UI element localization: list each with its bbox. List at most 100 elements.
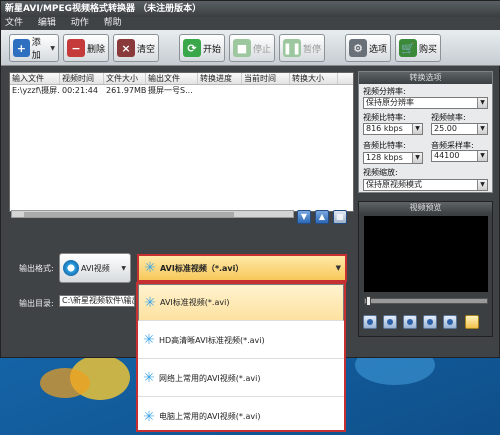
list-item[interactable]: ✳ 网络上常用的AVI视频(*.avi) xyxy=(138,360,344,397)
chevron-down-icon: ▼ xyxy=(121,264,126,272)
options-button[interactable]: ⚙ 选项 xyxy=(345,34,391,62)
column-output-file[interactable]: 输出文件 xyxy=(146,73,198,84)
chevron-down-icon: ▼ xyxy=(477,98,487,108)
stop-icon[interactable] xyxy=(403,315,417,329)
snowflake-icon: ✳ xyxy=(143,408,155,425)
samplerate-select[interactable]: 44100 ▼ xyxy=(431,150,488,162)
menu-edit[interactable]: 编辑 xyxy=(38,18,56,28)
start-button[interactable]: ⟳ 开始 xyxy=(179,34,225,62)
cell-output-file: 摄屏一号S... xyxy=(148,86,193,95)
delete-label: 删除 xyxy=(87,44,106,55)
move-up-icon[interactable]: ▲ xyxy=(315,210,329,224)
video-bitrate-label: 视频比特率: xyxy=(363,113,406,122)
column-input-file[interactable]: 输入文件 xyxy=(10,73,60,84)
pause-icon[interactable] xyxy=(383,315,397,329)
output-format-value: AVI标准视频（*.avi） xyxy=(160,263,244,273)
video-preview: 视频预览 xyxy=(358,201,493,337)
toolbar: + 添加 ▼ − 删除 × 清空 ⟳ 开始 ■ 停止 ❚❚ 暂停 ⚙ 选项 🛒 xyxy=(1,30,500,66)
resolution-select[interactable]: 保持原分辨率 ▼ xyxy=(363,97,488,109)
clear-button[interactable]: × 清空 xyxy=(113,34,159,62)
chevron-down-icon: ▼ xyxy=(412,153,422,163)
column-file-size[interactable]: 文件大小 xyxy=(104,73,146,84)
menu-action[interactable]: 动作 xyxy=(71,18,89,28)
column-converted-size[interactable]: 转换大小 xyxy=(290,73,338,84)
start-label: 开始 xyxy=(203,44,222,55)
chevron-down-icon: ▼ xyxy=(412,124,422,134)
wallpaper-petal xyxy=(40,368,90,398)
format-category-value: AVI视频 xyxy=(81,263,110,273)
horizontal-scrollbar[interactable] xyxy=(11,210,294,218)
cell-video-time: 00:21:44 xyxy=(62,86,98,95)
output-dir-label: 输出目录: xyxy=(19,299,54,308)
stop-icon: ■ xyxy=(233,39,251,57)
audio-bitrate-select[interactable]: 128 kbps ▼ xyxy=(363,152,423,164)
audio-bitrate-value: 128 kbps xyxy=(366,153,403,162)
folder-icon[interactable] xyxy=(465,315,479,329)
seek-handle[interactable] xyxy=(366,296,371,306)
buy-button[interactable]: 🛒 购买 xyxy=(395,34,441,62)
add-label: 添加 xyxy=(31,38,41,61)
refresh-icon: ⟳ xyxy=(183,39,201,57)
menu-bar: 文件 编辑 动作 帮助 xyxy=(1,17,500,30)
add-button[interactable]: + 添加 ▼ xyxy=(9,34,59,62)
menu-help[interactable]: 帮助 xyxy=(104,18,122,28)
chevron-down-icon: ▼ xyxy=(477,180,487,190)
column-current-time[interactable]: 当前时间 xyxy=(242,73,290,84)
video-bitrate-value: 816 kbps xyxy=(366,124,403,133)
conversion-settings: 转换选项 视频分辨率: 保持原分辨率 ▼ 视频比特率: 视频帧率: 816 kbp… xyxy=(358,71,493,193)
column-progress[interactable]: 转换进度 xyxy=(198,73,242,84)
cart-icon: 🛒 xyxy=(399,39,417,57)
framerate-select[interactable]: 25.00 ▼ xyxy=(431,123,488,135)
add-file-icon: + xyxy=(13,39,30,57)
cell-file-size: 261.97MB xyxy=(106,86,146,95)
buy-label: 购买 xyxy=(419,44,438,55)
properties-icon[interactable]: ▦ xyxy=(333,210,347,224)
film-clear-icon: × xyxy=(117,39,135,57)
list-item[interactable]: ✳ AVI标准视频(*.avi) xyxy=(138,284,344,321)
stop-button[interactable]: ■ 停止 xyxy=(229,34,275,62)
stop-label: 停止 xyxy=(253,44,272,55)
scale-select[interactable]: 保持原视频模式 ▼ xyxy=(363,179,488,191)
scale-label: 视频缩放: xyxy=(363,168,398,177)
clear-label: 清空 xyxy=(137,44,156,55)
settings-title: 转换选项 xyxy=(359,72,492,84)
scale-value: 保持原视频模式 xyxy=(366,180,422,189)
options-label: 选项 xyxy=(369,44,388,55)
column-video-time[interactable]: 视频时间 xyxy=(60,73,104,84)
move-down-icon[interactable]: ▼ xyxy=(297,210,311,224)
framerate-value: 25.00 xyxy=(434,124,457,133)
preview-title: 视频预览 xyxy=(359,202,492,214)
audio-bitrate-label: 音频比特率: xyxy=(363,141,406,150)
format-option-label: HD高清晰AVI标准视频(*.avi) xyxy=(159,335,265,345)
snowflake-icon: ✳ xyxy=(144,294,156,311)
output-format-select[interactable]: ✳ AVI标准视频（*.avi） ▼ xyxy=(137,254,347,282)
delete-icon: − xyxy=(67,39,85,57)
table-row[interactable]: E:\yzzf\摄屏... 00:21:44 261.97MB 摄屏一号S... xyxy=(10,85,353,97)
pause-icon: ❚❚ xyxy=(283,39,301,57)
format-category-select[interactable]: AVI视频 ▼ xyxy=(59,253,131,283)
preview-screen xyxy=(364,216,488,292)
list-item[interactable]: ✳ HD高清晰AVI标准视频(*.avi) xyxy=(138,322,344,359)
file-list[interactable]: 输入文件 视频时间 文件大小 输出文件 转换进度 当前时间 转换大小 E:\yz… xyxy=(9,72,354,212)
chevron-down-icon: ▼ xyxy=(335,264,341,272)
samplerate-value: 44100 xyxy=(434,151,460,160)
seek-slider[interactable] xyxy=(364,296,488,306)
menu-file[interactable]: 文件 xyxy=(5,18,23,28)
play-icon[interactable] xyxy=(363,315,377,329)
output-dir-field[interactable]: C:\新星视频软件\输出 xyxy=(59,295,135,307)
list-item[interactable]: ✳ 电脑上常用的AVI视频(*.avi) xyxy=(138,398,344,430)
format-option-label: 电脑上常用的AVI视频(*.avi) xyxy=(159,412,261,421)
resolution-label: 视频分辨率: xyxy=(363,87,406,96)
previous-icon[interactable] xyxy=(423,315,437,329)
format-option-label: AVI标准视频(*.avi) xyxy=(160,297,230,307)
pause-button[interactable]: ❚❚ 暂停 xyxy=(279,34,325,62)
snapshot-icon[interactable] xyxy=(443,315,457,329)
video-bitrate-select[interactable]: 816 kbps ▼ xyxy=(363,123,423,135)
format-option-label: 网络上常用的AVI视频(*.avi) xyxy=(159,373,261,383)
delete-button[interactable]: − 删除 xyxy=(63,34,109,62)
format-dropdown-list[interactable]: ✳ AVI标准视频(*.avi) ✳ HD高清晰AVI标准视频(*.avi) ✳… xyxy=(136,282,346,432)
chevron-down-icon: ▼ xyxy=(477,151,487,161)
video-format-icon xyxy=(63,260,79,276)
scrollbar-thumb[interactable] xyxy=(24,212,234,217)
snowflake-icon: ✳ xyxy=(143,332,155,348)
